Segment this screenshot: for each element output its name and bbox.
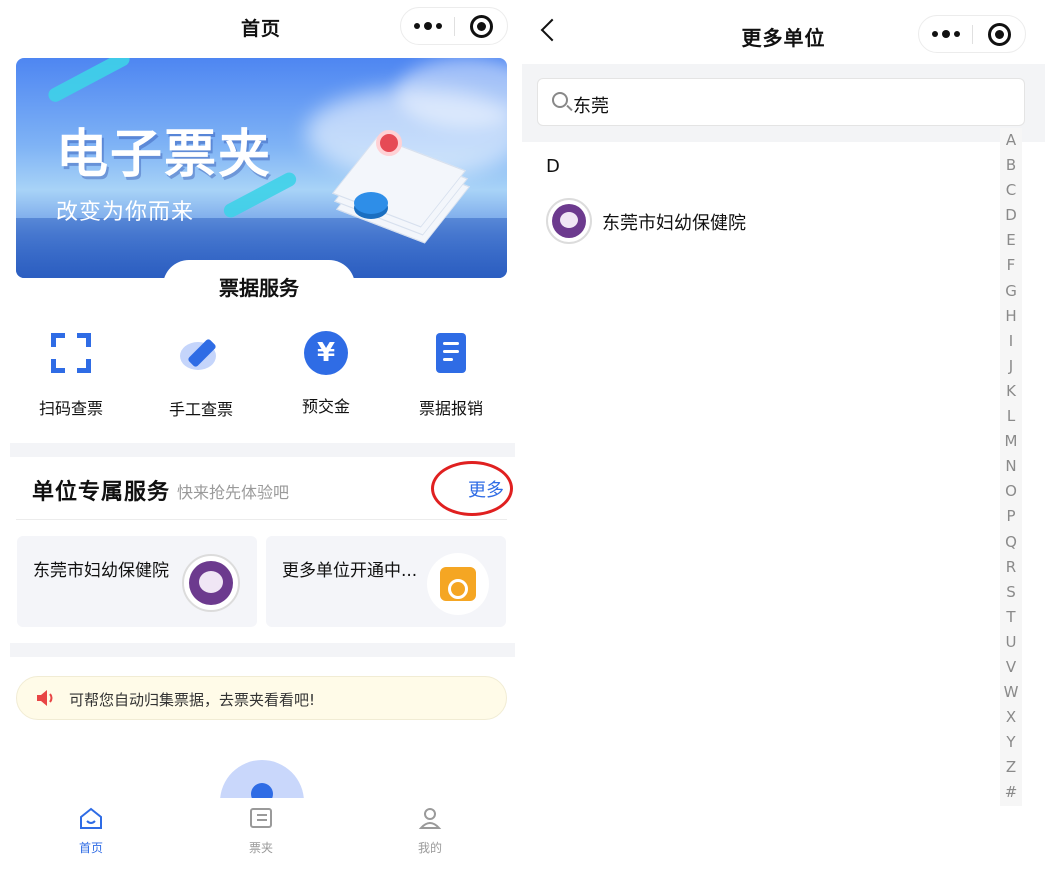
section-divider — [10, 443, 515, 457]
certificate-illustration — [332, 130, 470, 244]
unit-name: 东莞市妇幼保健院 — [602, 213, 746, 234]
promo-banner[interactable]: 电子票夹 改变为你而来 — [16, 58, 507, 278]
nav-header: 更多单位 — [522, 0, 1045, 64]
services-heading: 票据服务 — [163, 260, 355, 312]
index-letter[interactable]: Q — [1000, 530, 1022, 555]
home-icon — [80, 807, 102, 829]
user-icon — [418, 808, 442, 829]
index-letter[interactable]: T — [1000, 605, 1022, 630]
unit-card-label: 东莞市妇幼保健院 — [33, 561, 169, 581]
service-manual[interactable]: 手工查票 — [146, 330, 256, 420]
capsule-divider — [972, 25, 973, 44]
wallet-icon — [250, 808, 272, 828]
close-target-icon[interactable] — [470, 15, 493, 38]
yen-icon: ¥ — [303, 331, 349, 377]
banner-heading: 电子票夹 — [56, 125, 273, 185]
index-letter[interactable]: W — [1000, 680, 1022, 705]
index-letter[interactable]: Z — [1000, 755, 1022, 780]
pen-icon — [178, 334, 224, 380]
index-letter[interactable]: E — [1000, 228, 1022, 253]
more-units-screen: 更多单位 东莞 D 东莞市妇幼保健院 ABCDEFGHIJKLMNOPQRSTU… — [522, 0, 1045, 874]
index-letter[interactable]: H — [1000, 304, 1022, 329]
receipt-icon — [428, 333, 474, 379]
hospital-logo — [182, 554, 240, 612]
service-label: 票据报销 — [418, 399, 483, 418]
unit-list-item[interactable]: 东莞市妇幼保健院 — [546, 196, 986, 246]
calendar-icon — [427, 553, 489, 615]
search-area: 东莞 — [522, 64, 1045, 142]
service-deposit[interactable]: ¥ 预交金 — [271, 330, 381, 417]
service-label: 扫码查票 — [38, 399, 103, 418]
index-letter[interactable]: I — [1000, 329, 1022, 354]
services-title: 票据服务 — [219, 276, 299, 300]
index-letter[interactable]: C — [1000, 178, 1022, 203]
tab-mine[interactable]: 我的 — [390, 806, 470, 856]
close-target-icon[interactable] — [988, 23, 1011, 46]
tab-label: 首页 — [78, 841, 103, 855]
search-input[interactable]: 东莞 — [537, 78, 1025, 126]
tab-home[interactable]: 首页 — [51, 806, 131, 856]
more-menu-icon[interactable] — [401, 8, 454, 44]
capsule-divider — [454, 17, 455, 36]
index-letter[interactable]: K — [1000, 379, 1022, 404]
index-letter[interactable]: L — [1000, 404, 1022, 429]
mini-program-capsule — [400, 7, 508, 45]
index-letter[interactable]: J — [1000, 354, 1022, 379]
search-icon — [552, 92, 568, 108]
service-reimburse[interactable]: 票据报销 — [396, 330, 506, 419]
banner-subheading: 改变为你而来 — [56, 200, 195, 225]
index-letter[interactable]: Y — [1000, 730, 1022, 755]
unit-card-more[interactable]: 更多单位开通中... — [266, 536, 506, 627]
mini-program-capsule — [918, 15, 1026, 53]
notice-text: 可帮您自动归集票据，去票夹看看吧! — [69, 691, 316, 709]
more-menu-icon[interactable] — [919, 16, 972, 52]
banner-stripe — [45, 58, 133, 105]
index-letter[interactable]: D — [1000, 203, 1022, 228]
service-scan[interactable]: 扫码查票 — [16, 330, 126, 419]
notice-bar[interactable]: 可帮您自动归集票据，去票夹看看吧! — [16, 676, 507, 720]
section-divider — [10, 643, 515, 657]
medal-icon — [376, 130, 402, 156]
index-letter[interactable]: V — [1000, 655, 1022, 680]
index-letter[interactable]: N — [1000, 454, 1022, 479]
tab-bar: 首页 票夹 我的 — [0, 798, 522, 874]
service-label: 预交金 — [301, 397, 350, 416]
index-letter[interactable]: G — [1000, 279, 1022, 304]
index-letter[interactable]: O — [1000, 479, 1022, 504]
index-letter[interactable]: F — [1000, 253, 1022, 278]
tab-label: 我的 — [417, 841, 442, 855]
index-letter[interactable]: R — [1000, 555, 1022, 580]
unit-section-subtitle: 快来抢先体验吧 — [177, 483, 290, 502]
unit-card-hospital[interactable]: 东莞市妇幼保健院 — [17, 536, 257, 627]
service-label: 手工查票 — [168, 400, 233, 419]
alphabet-index[interactable]: A B C D E F G H I J K L M N O P Q R S T U V W X Y Z # — [1000, 128, 1022, 806]
index-letter[interactable]: A — [1000, 128, 1022, 153]
index-letter[interactable]: P — [1000, 504, 1022, 529]
group-letter: D — [546, 156, 560, 177]
search-value: 东莞 — [573, 96, 609, 117]
index-letter[interactable]: # — [1000, 780, 1022, 805]
index-letter[interactable]: X — [1000, 705, 1022, 730]
home-screen: 首页 电子票夹 改变为你而来 票据服务 扫码查票 手工查票 ¥ 预交金 票据报销… — [0, 0, 522, 874]
coins-icon — [354, 192, 388, 214]
scan-icon — [48, 333, 94, 379]
hospital-logo — [546, 198, 592, 244]
speaker-icon — [37, 690, 53, 706]
index-letter[interactable]: U — [1000, 630, 1022, 655]
unit-section-title: 单位专属服务 — [32, 480, 171, 505]
unit-card-label: 更多单位开通中... — [282, 561, 418, 581]
index-letter[interactable]: S — [1000, 580, 1022, 605]
highlight-annotation — [431, 461, 513, 516]
tab-wallet[interactable]: 票夹 — [221, 806, 301, 856]
index-letter[interactable]: B — [1000, 153, 1022, 178]
index-letter[interactable]: M — [1000, 429, 1022, 454]
divider — [16, 519, 507, 520]
tab-label: 票夹 — [248, 841, 273, 855]
